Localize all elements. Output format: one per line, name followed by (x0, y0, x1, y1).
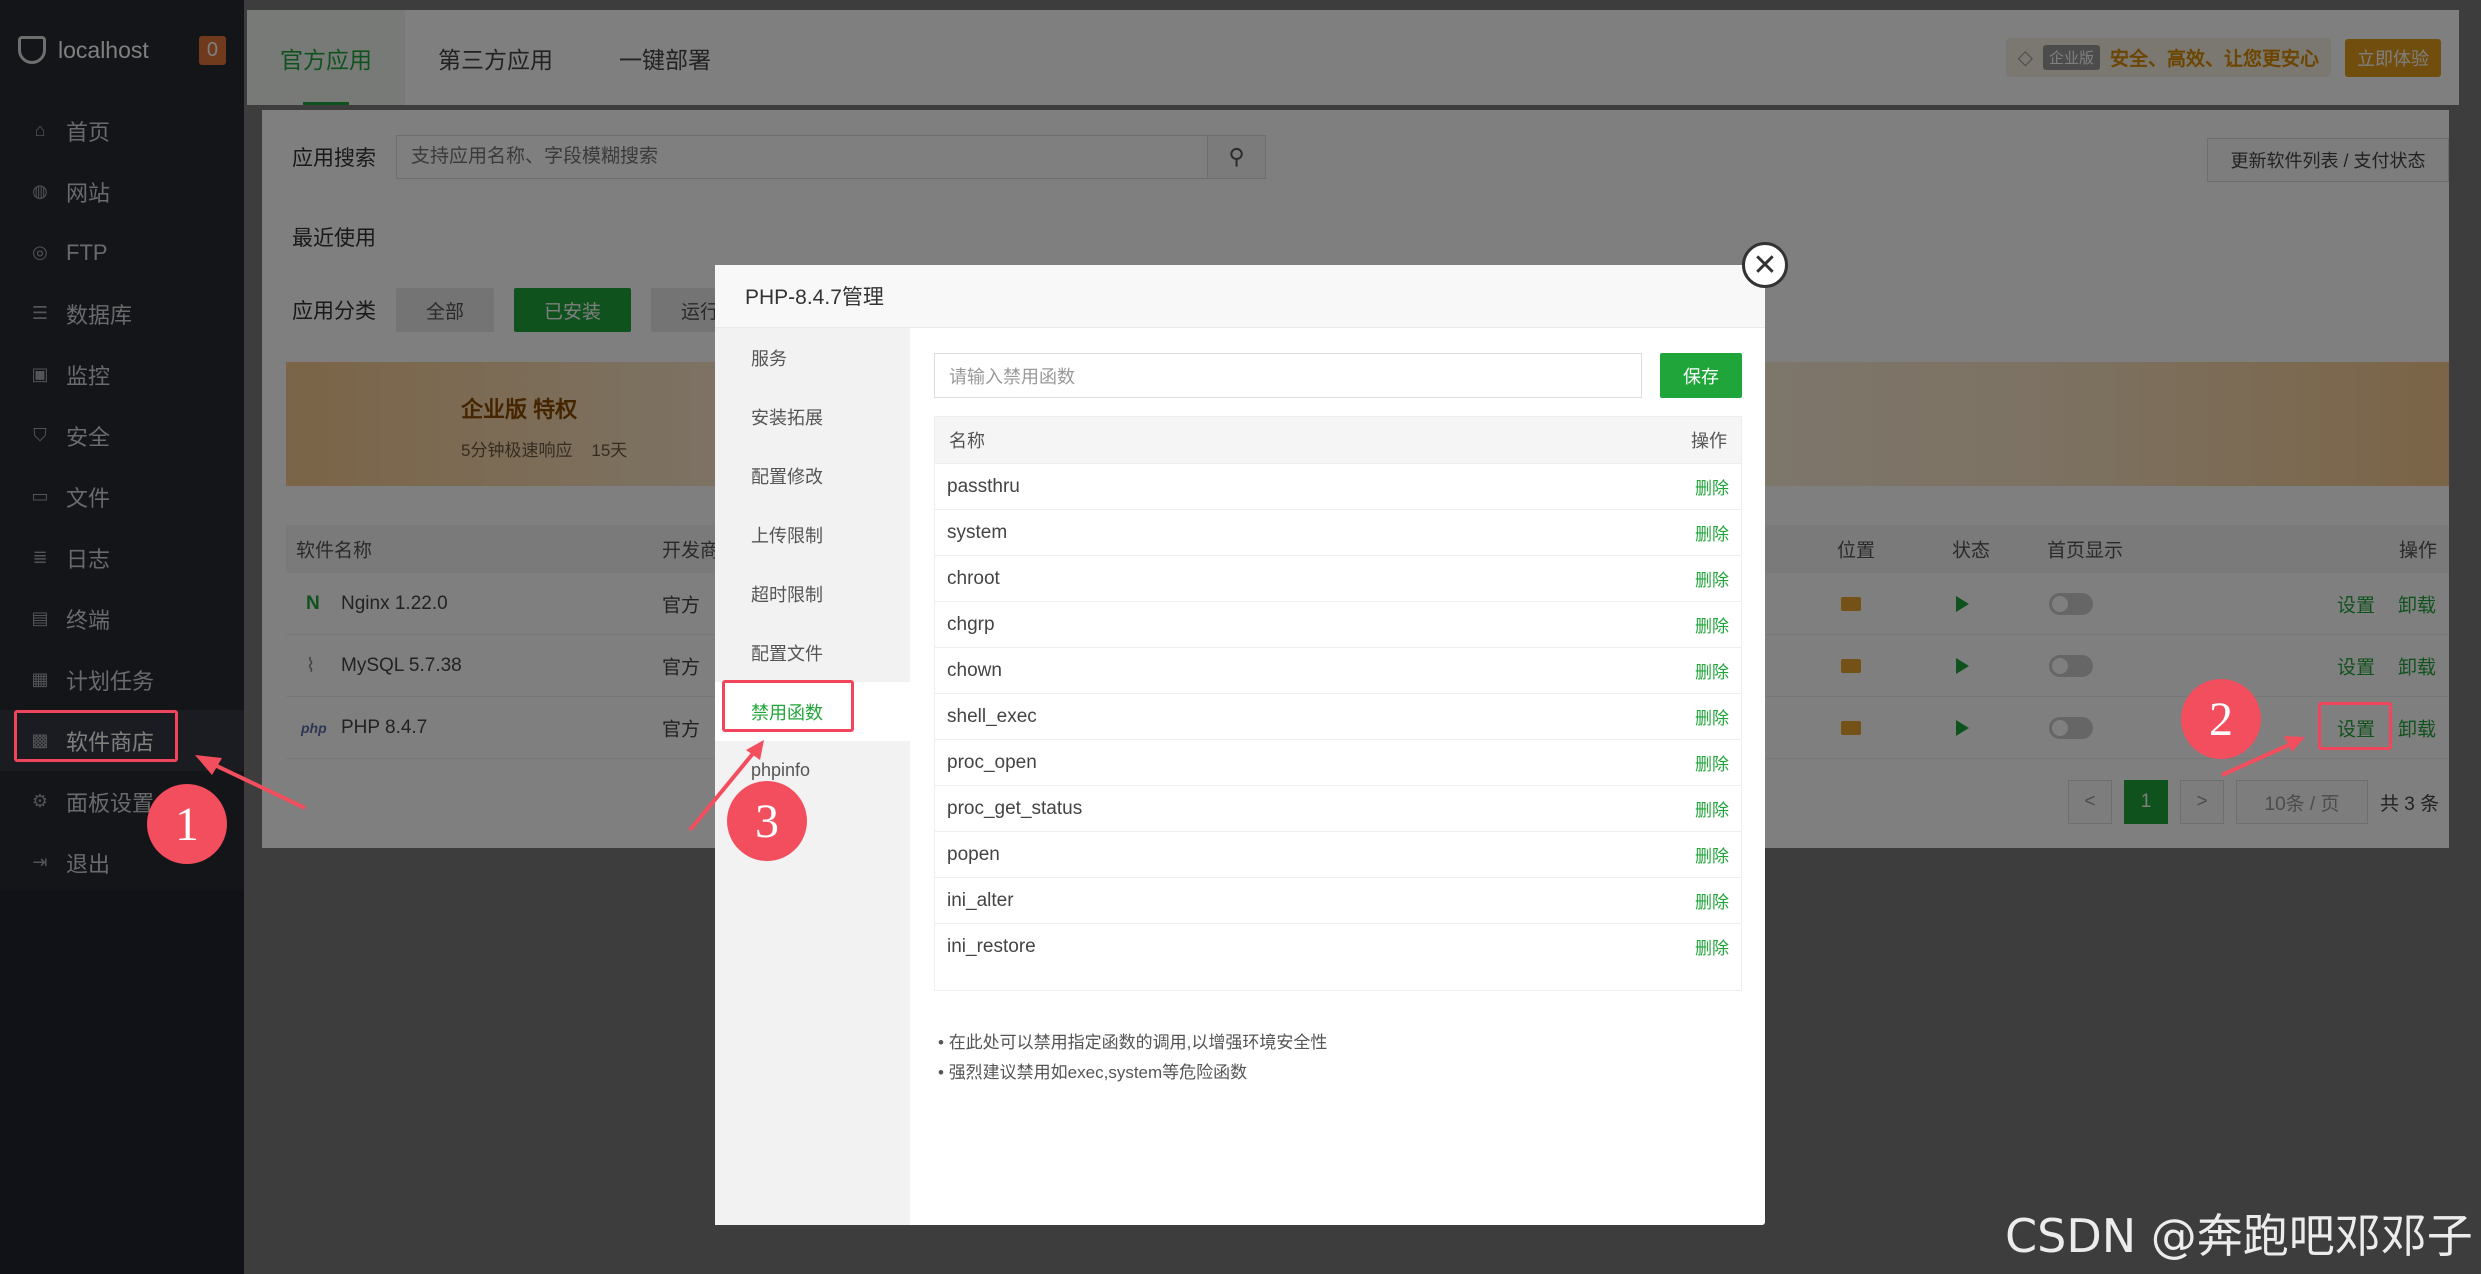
disabled-function-input[interactable]: 请输入禁用函数 (934, 353, 1642, 398)
fn-name: ini_restore (947, 935, 1036, 957)
fn-table-header: 名称 操作 (935, 417, 1741, 463)
highlight-box-store (14, 710, 178, 762)
fn-name: ini_alter (947, 889, 1014, 911)
table-row: chroot 删除 (935, 555, 1741, 601)
delete-link[interactable]: 删除 (1695, 474, 1729, 499)
delete-link[interactable]: 删除 (1695, 750, 1729, 775)
step-marker-3: 3 (727, 781, 807, 861)
table-row: proc_open 删除 (935, 739, 1741, 785)
step-marker-2: 2 (2181, 679, 2261, 759)
table-row: passthru 删除 (935, 463, 1741, 509)
table-row: chown 删除 (935, 647, 1741, 693)
fn-name: passthru (947, 475, 1020, 497)
tip-line: 在此处可以禁用指定函数的调用,以增强环境安全性 (938, 1028, 1328, 1058)
delete-link[interactable]: 删除 (1695, 658, 1729, 683)
fn-name: shell_exec (947, 705, 1037, 727)
fn-name: system (947, 521, 1008, 543)
delete-link[interactable]: 删除 (1695, 520, 1729, 545)
nav-config-file[interactable]: 配置文件 (715, 623, 910, 682)
highlight-box-settings (2318, 702, 2392, 750)
tips: 在此处可以禁用指定函数的调用,以增强环境安全性 强烈建议禁用如exec,syst… (938, 1028, 1328, 1088)
fn-name: popen (947, 843, 1000, 865)
highlight-box-disabled-fn (722, 680, 854, 732)
step-marker-1: 1 (147, 784, 227, 864)
table-row: system 删除 (935, 509, 1741, 555)
delete-link[interactable]: 删除 (1695, 934, 1729, 959)
fn-name: chown (947, 659, 1002, 681)
nav-service[interactable]: 服务 (715, 328, 910, 387)
delete-link[interactable]: 删除 (1695, 612, 1729, 637)
modal-title: PHP-8.4.7管理 (715, 265, 1765, 328)
delete-link[interactable]: 删除 (1695, 842, 1729, 867)
fn-name: chgrp (947, 613, 995, 635)
nav-config-edit[interactable]: 配置修改 (715, 446, 910, 505)
save-button[interactable]: 保存 (1660, 353, 1742, 398)
table-row: popen 删除 (935, 831, 1741, 877)
disabled-functions-table: 名称 操作 passthru 删除 system 删除 chroot 删除 chgrp… (934, 416, 1742, 991)
table-row: proc_get_status 删除 (935, 785, 1741, 831)
col-fn-name: 名称 (949, 431, 985, 451)
delete-link[interactable]: 删除 (1695, 704, 1729, 729)
delete-link[interactable]: 删除 (1695, 796, 1729, 821)
modal-nav: 服务 安装拓展 配置修改 上传限制 超时限制 配置文件 禁用函数 phpinfo (715, 328, 910, 1225)
nav-upload-limit[interactable]: 上传限制 (715, 505, 910, 564)
table-row: ini_alter 删除 (935, 877, 1741, 923)
fn-name: proc_get_status (947, 797, 1083, 819)
table-row: ini_restore 删除 (935, 923, 1741, 969)
close-icon[interactable]: ✕ (1742, 242, 1788, 288)
watermark: CSDN @奔跑吧邓邓子 (2005, 1209, 2473, 1263)
modal-body: 请输入禁用函数 保存 名称 操作 passthru 删除 system 删除 chr… (910, 328, 1765, 1225)
delete-link[interactable]: 删除 (1695, 566, 1729, 591)
tip-line: 强烈建议禁用如exec,system等危险函数 (938, 1058, 1327, 1088)
table-row: chgrp 删除 (935, 601, 1741, 647)
col-fn-ops: 操作 (1691, 431, 1727, 451)
php-manage-modal: PHP-8.4.7管理 服务 安装拓展 配置修改 上传限制 超时限制 配置文件 … (715, 265, 1765, 1225)
fn-name: chroot (947, 567, 1000, 589)
nav-timeout-limit[interactable]: 超时限制 (715, 564, 910, 623)
table-row: shell_exec 删除 (935, 693, 1741, 739)
delete-link[interactable]: 删除 (1695, 888, 1729, 913)
nav-extensions[interactable]: 安装拓展 (715, 387, 910, 446)
fn-name: proc_open (947, 751, 1037, 773)
